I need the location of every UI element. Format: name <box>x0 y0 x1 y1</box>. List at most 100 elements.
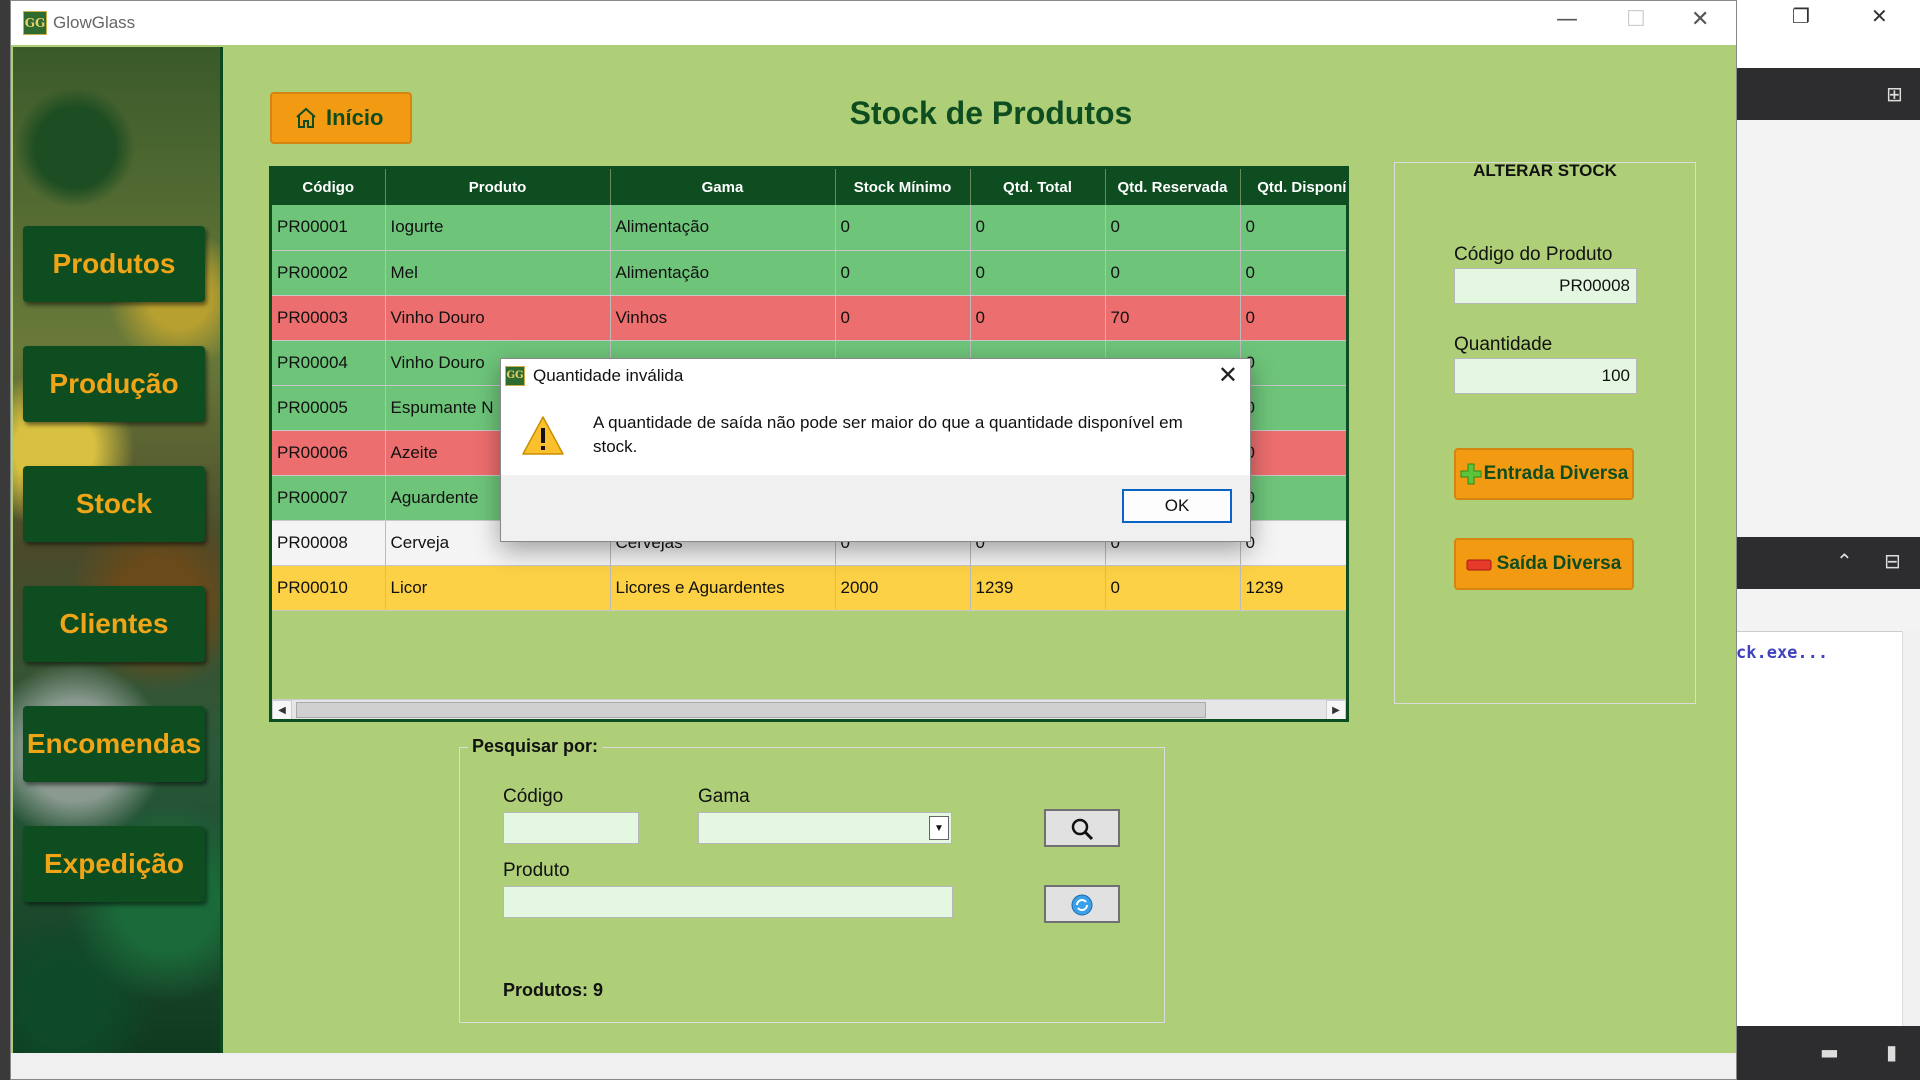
search-button[interactable] <box>1044 809 1120 847</box>
close-window-icon[interactable]: ✕ <box>1691 7 1709 32</box>
cell-stock-minimo[interactable]: 0 <box>835 295 971 341</box>
cell-qtd-total[interactable]: 0 <box>970 250 1106 296</box>
search-product-input[interactable] <box>503 886 953 918</box>
background-toolbar: ⊞ <box>1736 68 1920 120</box>
search-code-input[interactable] <box>503 812 639 844</box>
sidebar-toggle-icon[interactable]: ▮ <box>1886 1040 1897 1064</box>
column-header-qtd-total[interactable]: Qtd. Total <box>970 169 1106 205</box>
cell-produto[interactable]: Licor <box>385 565 611 611</box>
column-header-gama[interactable]: Gama <box>610 169 836 205</box>
sidebar-item-produtos[interactable]: Produtos <box>23 226 205 302</box>
column-header-qtd-reservada[interactable]: Qtd. Reservada <box>1105 169 1241 205</box>
cell-produto[interactable]: Iogurte <box>385 205 611 251</box>
cell-qtd-total[interactable]: 0 <box>970 295 1106 341</box>
cell-gama[interactable]: Licores e Aguardentes <box>610 565 836 611</box>
cell-qtd-total[interactable]: 0 <box>970 205 1106 251</box>
cell-qtd-disponivel[interactable]: 1239 <box>1240 565 1346 611</box>
search-range-select[interactable]: ▼ <box>698 812 952 844</box>
column-header-qtd-disponivel[interactable]: Qtd. Disponív <box>1240 169 1346 205</box>
cell-codigo[interactable]: PR00005 <box>272 385 386 431</box>
cell-qtd-disponivel[interactable]: 0 <box>1240 385 1346 431</box>
cell-qtd-reservada[interactable]: 70 <box>1105 295 1241 341</box>
column-header-stock-minimo[interactable]: Stock Mínimo <box>835 169 971 205</box>
sidebar-item-stock[interactable]: Stock <box>23 466 205 542</box>
cell-codigo[interactable]: PR00003 <box>272 295 386 341</box>
minimize-icon[interactable]: — <box>1556 7 1578 32</box>
sidebar-item-expedicao[interactable]: Expedição <box>23 826 205 902</box>
scroll-right-icon[interactable]: ▶ <box>1326 700 1346 719</box>
cell-qtd-disponivel[interactable]: 0 <box>1240 340 1346 386</box>
cell-gama[interactable]: Alimentação <box>610 250 836 296</box>
window-bottom-bar <box>11 1053 1736 1079</box>
cell-gama[interactable]: Vinhos <box>610 295 836 341</box>
alter-stock-panel: ALTERAR STOCK Código do Produto PR00008 … <box>1394 161 1696 704</box>
column-header-produto[interactable]: Produto <box>385 169 611 205</box>
cell-stock-minimo[interactable]: 2000 <box>835 565 971 611</box>
quantity-field[interactable]: 100 <box>1454 358 1637 394</box>
app-client-area: Produtos Produção Stock Clientes Encomen… <box>11 45 1736 1053</box>
console-scrollbar[interactable] <box>1902 631 1920 1026</box>
table-row[interactable]: PR00001 Iogurte Alimentação 0 0 0 0 <box>272 205 1346 251</box>
window-title: GlowGlass <box>53 13 136 32</box>
close-icon[interactable]: ✕ <box>1871 4 1888 28</box>
cell-qtd-disponivel[interactable]: 0 <box>1240 295 1346 341</box>
dialog-title: Quantidade inválida <box>533 366 684 385</box>
product-code-field[interactable]: PR00008 <box>1454 268 1637 304</box>
cell-codigo[interactable]: PR00004 <box>272 340 386 386</box>
scrollbar-thumb[interactable] <box>296 702 1206 718</box>
cell-produto[interactable]: Vinho Douro <box>385 295 611 341</box>
app-titlebar: GG GlowGlass — ☐ ✕ <box>11 1 1736 45</box>
background-window-edge <box>0 0 10 1080</box>
horizontal-scrollbar[interactable]: ◀ ▶ <box>272 699 1346 719</box>
background-console <box>1736 631 1920 1026</box>
cell-codigo[interactable]: PR00006 <box>272 430 386 476</box>
column-header-codigo[interactable]: Código <box>272 169 386 205</box>
maximize-icon[interactable]: ☐ <box>1626 7 1646 32</box>
cell-qtd-disponivel[interactable]: 0 <box>1240 520 1346 566</box>
cell-qtd-total[interactable]: 1239 <box>970 565 1106 611</box>
dialog-close-icon[interactable]: ✕ <box>1218 361 1238 389</box>
page-title: Stock de Produtos <box>849 95 1133 131</box>
sidebar-item-encomendas[interactable]: Encomendas <box>23 706 205 782</box>
cell-codigo[interactable]: PR00008 <box>272 520 386 566</box>
refresh-button[interactable] <box>1044 885 1120 923</box>
home-button-label: Início <box>326 105 384 130</box>
cell-codigo[interactable]: PR00007 <box>272 475 386 521</box>
ok-button[interactable]: OK <box>1122 489 1232 523</box>
cell-codigo[interactable]: PR00010 <box>272 565 386 611</box>
keyboard-icon[interactable]: ▬ <box>1820 1040 1839 1064</box>
search-icon <box>1071 818 1094 841</box>
sidebar-item-clientes[interactable]: Clientes <box>23 586 205 662</box>
cell-qtd-disponivel[interactable]: 0 <box>1240 430 1346 476</box>
cell-qtd-reservada[interactable]: 0 <box>1105 565 1241 611</box>
chevron-down-icon[interactable]: ▼ <box>929 816 949 840</box>
warning-icon <box>522 416 564 455</box>
chevron-up-icon[interactable]: ⌃ <box>1836 549 1853 573</box>
home-button[interactable]: Início <box>270 92 412 144</box>
cell-produto[interactable]: Mel <box>385 250 611 296</box>
cell-stock-minimo[interactable]: 0 <box>835 205 971 251</box>
plus-icon <box>1460 463 1482 485</box>
cell-qtd-reservada[interactable]: 0 <box>1105 205 1241 251</box>
panel-toggle-icon[interactable]: ⊟ <box>1884 549 1901 573</box>
restore-icon[interactable]: ❐ <box>1792 4 1810 28</box>
cell-qtd-reservada[interactable]: 0 <box>1105 250 1241 296</box>
split-layout-icon[interactable]: ⊞ <box>1886 82 1903 106</box>
background-titlebar: ❐ ✕ <box>1736 0 1920 68</box>
scroll-left-icon[interactable]: ◀ <box>272 700 292 719</box>
saida-diversa-button[interactable]: Saída Diversa <box>1454 538 1634 590</box>
app-logo-icon: GG <box>23 11 47 35</box>
cell-gama[interactable]: Alimentação <box>610 205 836 251</box>
cell-codigo[interactable]: PR00001 <box>272 205 386 251</box>
cell-qtd-disponivel[interactable]: 0 <box>1240 205 1346 251</box>
cell-qtd-disponivel[interactable]: 0 <box>1240 475 1346 521</box>
cell-stock-minimo[interactable]: 0 <box>835 250 971 296</box>
table-row[interactable]: PR00002 Mel Alimentação 0 0 0 0 <box>272 250 1346 296</box>
cell-qtd-disponivel[interactable]: 0 <box>1240 250 1346 296</box>
table-row[interactable]: PR00010 Licor Licores e Aguardentes 2000 123… <box>272 565 1346 611</box>
sidebar-item-producao[interactable]: Produção <box>23 346 205 422</box>
entrada-diversa-button[interactable]: Entrada Diversa <box>1454 448 1634 500</box>
cell-codigo[interactable]: PR00002 <box>272 250 386 296</box>
sidebar: Produtos Produção Stock Clientes Encomen… <box>13 47 223 1053</box>
table-row[interactable]: PR00003 Vinho Douro Vinhos 0 0 70 0 <box>272 295 1346 341</box>
